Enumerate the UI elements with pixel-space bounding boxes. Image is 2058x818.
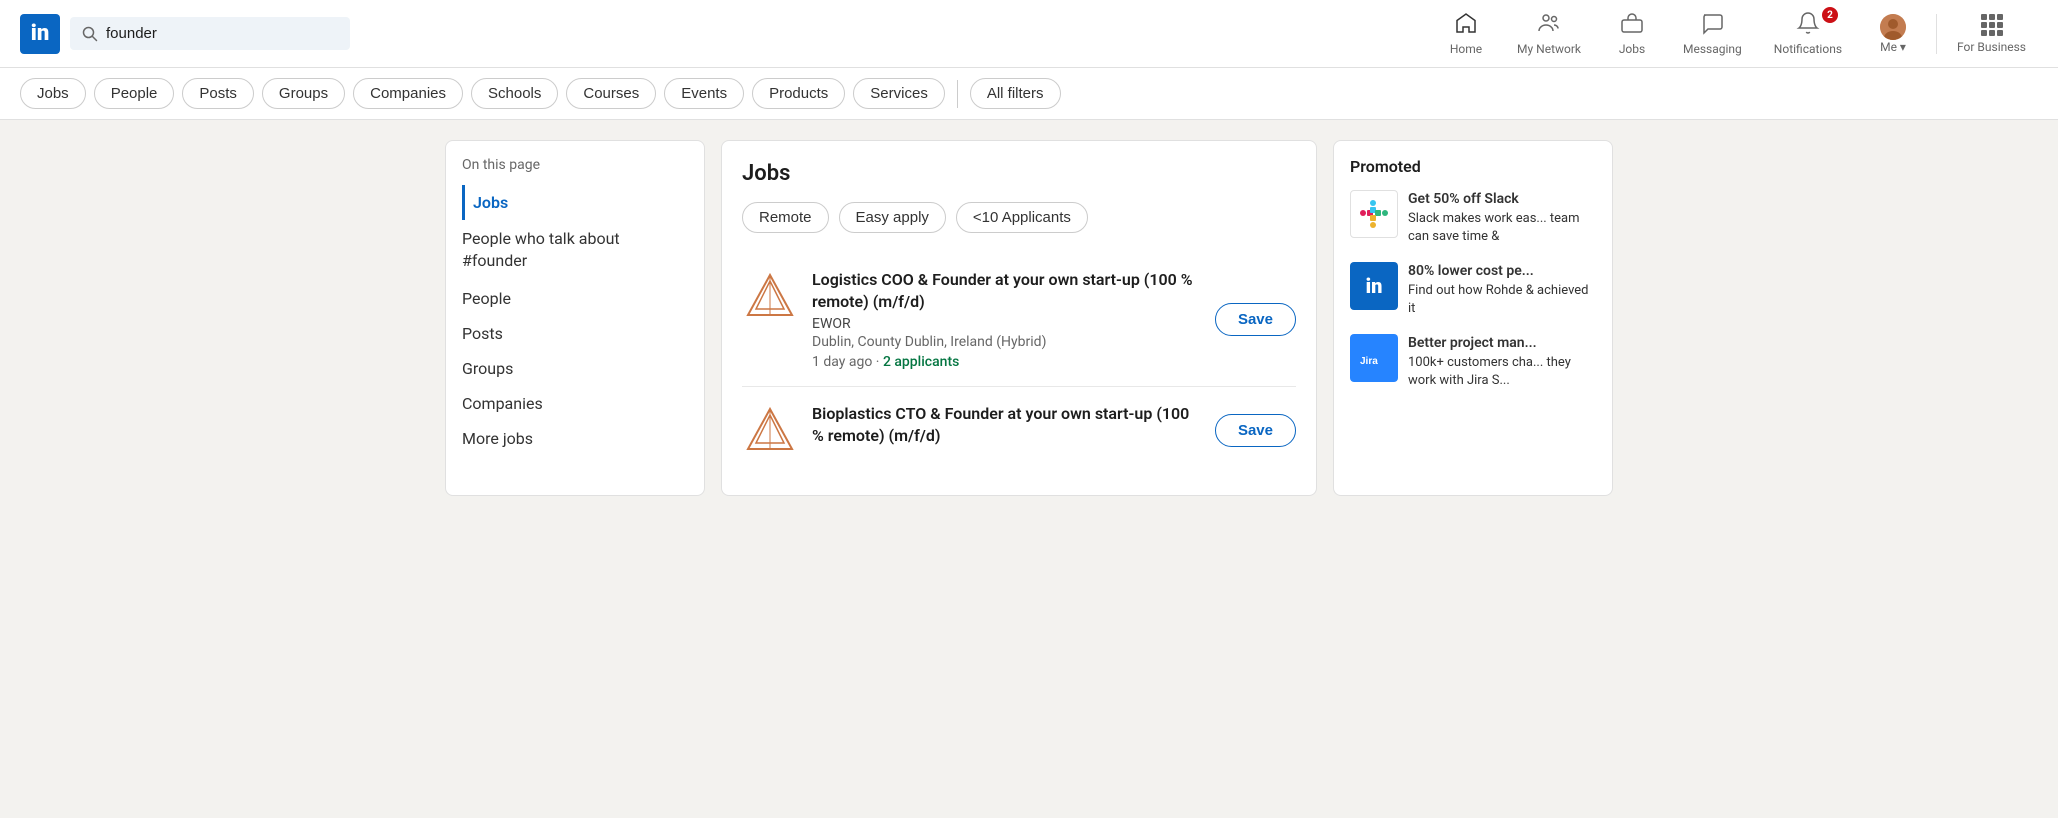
- all-filters-button[interactable]: All filters: [970, 78, 1061, 109]
- promo-name-slack: Get 50% off Slack: [1408, 190, 1596, 210]
- job-filter-easy-apply[interactable]: Easy apply: [839, 202, 946, 233]
- sidebar-item-companies[interactable]: Companies: [462, 386, 688, 421]
- sidebar-item-people-talk[interactable]: People who talk about#founder: [462, 220, 688, 281]
- nav-divider: [1936, 14, 1937, 54]
- filter-tab-groups[interactable]: Groups: [262, 78, 345, 109]
- main-content: On this page Jobs People who talk about#…: [429, 140, 1629, 496]
- sidebar-item-more-jobs[interactable]: More jobs: [462, 421, 688, 456]
- header: in Home My Network Jobs: [0, 0, 2058, 68]
- nav-for-business[interactable]: For Business: [1945, 6, 2038, 62]
- promo-text-linkedin: 80% lower cost pe... Find out how Rohde …: [1408, 262, 1596, 318]
- nav-me[interactable]: Me ▾: [1858, 6, 1928, 62]
- nav-my-network-label: My Network: [1517, 42, 1581, 56]
- company-name-1: EWOR: [812, 316, 1201, 332]
- linkedin-promo-logo: in: [1350, 262, 1398, 310]
- sidebar: On this page Jobs People who talk about#…: [445, 140, 705, 496]
- grid-icon: [1981, 14, 2003, 36]
- promo-text-slack: Get 50% off Slack Slack makes work eas..…: [1408, 190, 1596, 246]
- filter-tab-companies[interactable]: Companies: [353, 78, 463, 109]
- filter-bar: Jobs People Posts Groups Companies Schoo…: [0, 68, 2058, 120]
- nav-notifications[interactable]: 2 Notifications: [1758, 3, 1858, 64]
- sidebar-item-posts[interactable]: Posts: [462, 316, 688, 351]
- promo-name-linkedin: 80% lower cost pe...: [1408, 262, 1596, 282]
- avatar: [1880, 14, 1906, 40]
- company-logo-ewor: [742, 269, 798, 325]
- linkedin-logo[interactable]: in: [20, 14, 60, 54]
- save-job-2-button[interactable]: Save: [1215, 414, 1296, 447]
- filter-tab-people[interactable]: People: [94, 78, 175, 109]
- sidebar-item-groups[interactable]: Groups: [462, 351, 688, 386]
- home-icon: [1454, 11, 1478, 40]
- nav-messaging[interactable]: Messaging: [1667, 3, 1758, 64]
- table-row: Bioplastics CTO & Founder at your own st…: [742, 387, 1296, 475]
- job-details-2: Bioplastics CTO & Founder at your own st…: [812, 403, 1201, 450]
- promo-desc-slack: Slack makes work eas... team can save ti…: [1408, 210, 1596, 246]
- nav-my-network[interactable]: My Network: [1501, 3, 1597, 64]
- messaging-icon: [1700, 11, 1724, 40]
- jira-logo: Jira: [1350, 334, 1398, 382]
- save-job-1-button[interactable]: Save: [1215, 303, 1296, 336]
- search-icon: [82, 26, 98, 42]
- sidebar-item-jobs[interactable]: Jobs: [462, 185, 688, 220]
- nav-jobs[interactable]: Jobs: [1597, 3, 1667, 64]
- applicants-count-1: 2 applicants: [883, 354, 959, 370]
- promo-desc-jira: 100k+ customers cha... they work with Ji…: [1408, 354, 1596, 390]
- promo-text-jira: Better project man... 100k+ customers ch…: [1408, 334, 1596, 390]
- job-filter-remote[interactable]: Remote: [742, 202, 829, 233]
- notification-badge: 2: [1822, 7, 1838, 23]
- sidebar-item-people[interactable]: People: [462, 281, 688, 316]
- nav-notifications-label: Notifications: [1774, 42, 1842, 56]
- promo-item-jira[interactable]: Jira Better project man... 100k+ custome…: [1350, 334, 1596, 390]
- filter-tab-events[interactable]: Events: [664, 78, 744, 109]
- nav-home-label: Home: [1450, 42, 1482, 56]
- job-filter-applicants[interactable]: <10 Applicants: [956, 202, 1088, 233]
- promo-item-linkedin[interactable]: in 80% lower cost pe... Find out how Roh…: [1350, 262, 1596, 318]
- my-network-icon: [1537, 11, 1561, 40]
- filter-tab-jobs[interactable]: Jobs: [20, 78, 86, 109]
- promoted-title: Promoted: [1350, 157, 1596, 176]
- filter-tab-courses[interactable]: Courses: [566, 78, 656, 109]
- jobs-area: Jobs Remote Easy apply <10 Applicants Lo…: [721, 140, 1317, 496]
- filter-tab-posts[interactable]: Posts: [182, 78, 254, 109]
- company-logo-bioplastics: [742, 403, 798, 459]
- nav-jobs-label: Jobs: [1619, 42, 1645, 56]
- sidebar-header: On this page: [462, 157, 688, 173]
- jobs-icon: [1620, 11, 1644, 40]
- svg-text:Jira: Jira: [1360, 356, 1378, 367]
- job-title-1[interactable]: Logistics COO & Founder at your own star…: [812, 269, 1201, 314]
- job-meta-1: 1 day ago · 2 applicants: [812, 354, 1201, 370]
- nav-bar: Home My Network Jobs Messaging 2 Notif: [1431, 3, 2038, 64]
- nav-messaging-label: Messaging: [1683, 42, 1742, 56]
- job-filters: Remote Easy apply <10 Applicants: [742, 202, 1296, 233]
- search-bar: [70, 17, 350, 50]
- nav-me-label: Me ▾: [1880, 40, 1906, 54]
- filter-tab-schools[interactable]: Schools: [471, 78, 558, 109]
- for-business-label: For Business: [1957, 40, 2026, 54]
- job-title-2[interactable]: Bioplastics CTO & Founder at your own st…: [812, 403, 1201, 448]
- filter-tab-divider: [957, 80, 958, 108]
- search-input[interactable]: [106, 25, 338, 42]
- slack-logo: [1350, 190, 1398, 238]
- promo-item-slack[interactable]: Get 50% off Slack Slack makes work eas..…: [1350, 190, 1596, 246]
- promoted-panel: Promoted Get 50% off Slack Slack makes w…: [1333, 140, 1613, 496]
- promo-desc-linkedin: Find out how Rohde & achieved it: [1408, 282, 1596, 318]
- notifications-icon: [1796, 11, 1820, 40]
- filter-tab-services[interactable]: Services: [853, 78, 945, 109]
- job-details-1: Logistics COO & Founder at your own star…: [812, 269, 1201, 370]
- nav-home[interactable]: Home: [1431, 3, 1501, 64]
- table-row: Logistics COO & Founder at your own star…: [742, 253, 1296, 387]
- promo-name-jira: Better project man...: [1408, 334, 1596, 354]
- jobs-section-title: Jobs: [742, 161, 1296, 186]
- filter-tab-products[interactable]: Products: [752, 78, 845, 109]
- job-location-1: Dublin, County Dublin, Ireland (Hybrid): [812, 334, 1201, 350]
